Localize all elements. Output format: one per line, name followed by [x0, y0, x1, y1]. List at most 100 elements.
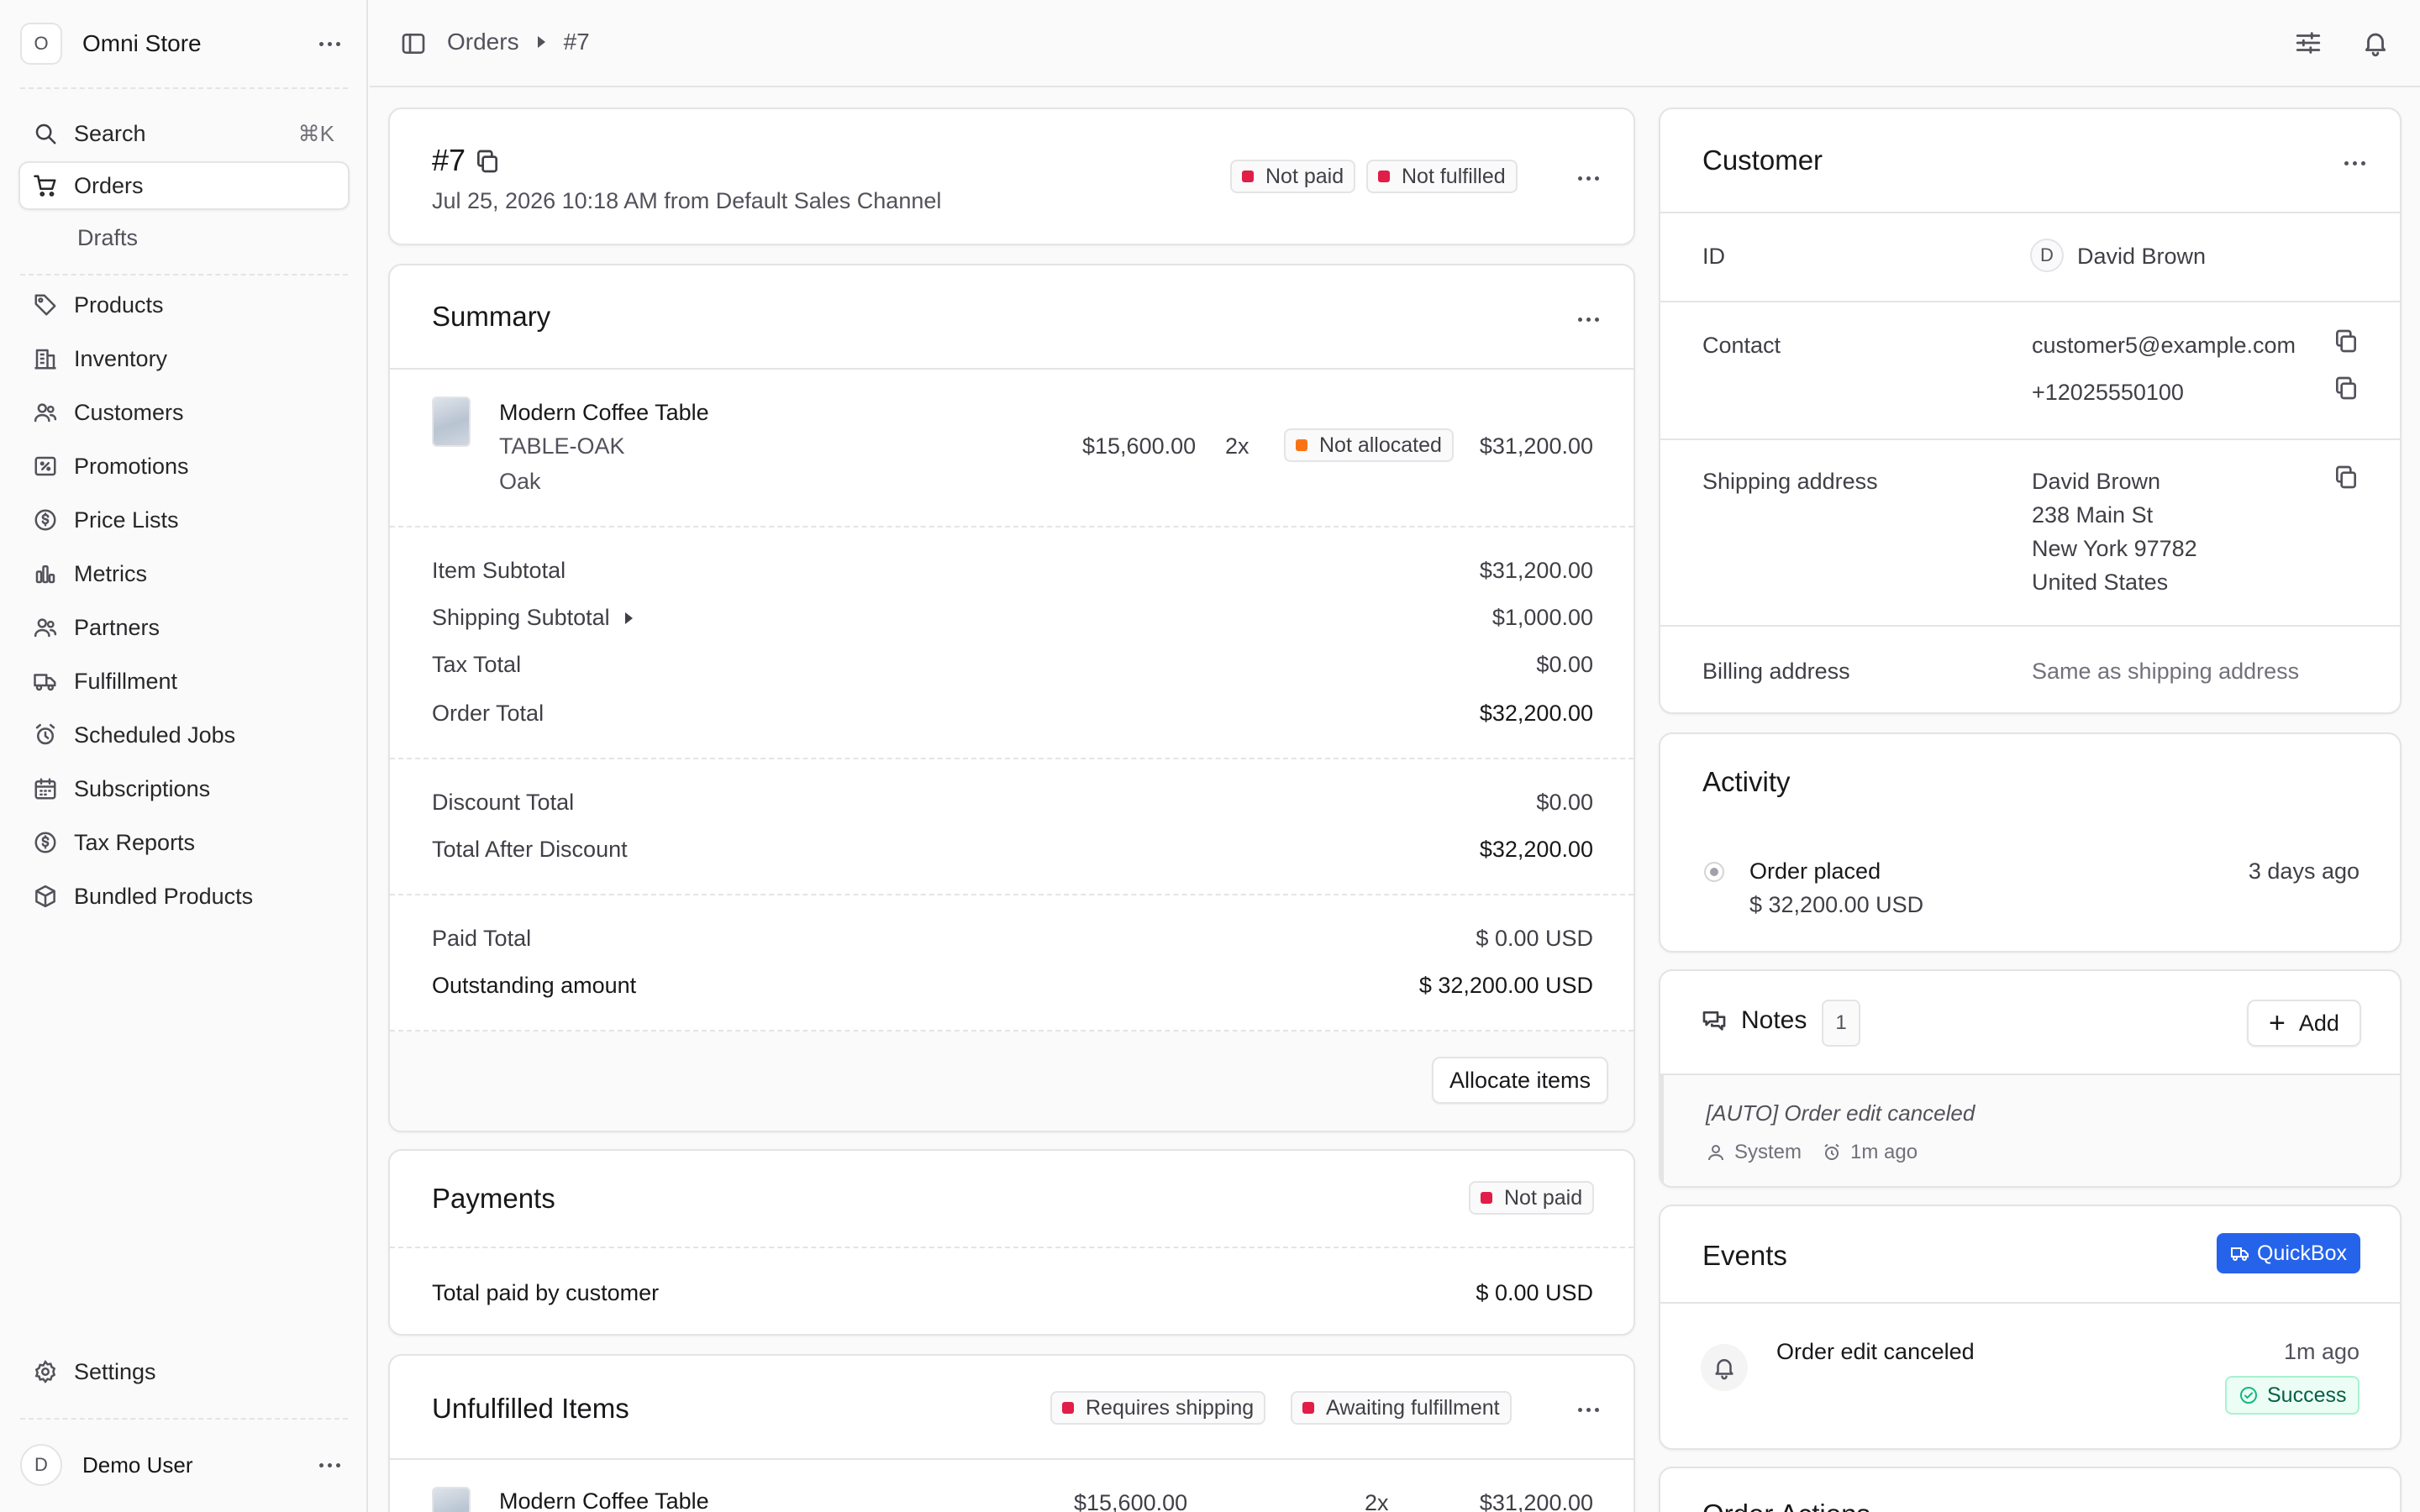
paid-total-label: Paid Total	[432, 926, 532, 951]
bell-icon[interactable]	[2361, 29, 2390, 57]
sidebar-item-partners[interactable]: Partners	[18, 603, 350, 652]
quickbox-badge[interactable]: QuickBox	[2217, 1233, 2360, 1273]
sidebar-item-customers[interactable]: Customers	[18, 388, 350, 437]
search-icon	[32, 120, 59, 147]
alarm-clock-icon	[32, 722, 59, 748]
divider	[390, 1247, 1634, 1248]
note-author: System	[1734, 1141, 1802, 1163]
item-name: Modern Coffee Table	[499, 400, 709, 425]
billing-address-value: Same as shipping address	[2032, 659, 2300, 684]
sidebar: O Omni Store Search ⌘K Orders Drafts Pro…	[0, 0, 368, 1512]
sidebar-item-subscriptions[interactable]: Subscriptions	[18, 764, 350, 813]
alarm-clock-icon	[1824, 1143, 1839, 1160]
sidebar-item-drafts[interactable]: Drafts	[18, 213, 350, 262]
copy-icon[interactable]	[2333, 328, 2360, 354]
sidebar-item-settings[interactable]: Settings	[18, 1347, 350, 1396]
address-line: 238 Main St	[2032, 502, 2154, 528]
customer-title: Customer	[1702, 144, 1823, 176]
sidebar-item-label: Subscriptions	[74, 775, 211, 801]
note-time: 1m ago	[1850, 1141, 1918, 1163]
store-switcher[interactable]: O Omni Store	[20, 20, 348, 67]
cube-icon	[32, 883, 59, 910]
status-dot	[1296, 439, 1307, 451]
item-sku: TABLE-OAK	[499, 433, 625, 459]
note-text: [AUTO] Order edit canceled	[1706, 1100, 1975, 1126]
order-menu-icon[interactable]	[1570, 160, 1607, 197]
divider	[390, 368, 1634, 370]
status-dot	[1481, 1192, 1492, 1204]
sidebar-item-label: Drafts	[77, 224, 139, 250]
sidebar-item-tax-reports[interactable]: Tax Reports	[18, 818, 350, 867]
users-icon	[32, 399, 59, 426]
chat-bubbles-icon	[1701, 1008, 1728, 1035]
item-total: $31,200.00	[1479, 433, 1593, 459]
tag-icon	[32, 291, 59, 318]
sidebar-toggle-icon[interactable]	[400, 30, 427, 57]
notes-title: Notes	[1741, 1006, 1807, 1034]
bell-icon	[1701, 1344, 1748, 1391]
copy-icon[interactable]	[2333, 375, 2360, 402]
calendar-icon	[32, 775, 59, 802]
payments-card: Payments Not paid Total paid by customer…	[388, 1149, 1635, 1336]
customer-name-link[interactable]: David Brown	[2077, 244, 2206, 270]
sidebar-search[interactable]: Search ⌘K	[18, 109, 350, 158]
sidebar-item-label: Customers	[74, 399, 184, 425]
item-quantity: 2x	[1225, 433, 1249, 459]
store-menu-icon[interactable]	[311, 25, 348, 62]
user-name: Demo User	[82, 1452, 193, 1478]
contact-label: Contact	[1702, 333, 1781, 358]
sidebar-item-scheduled-jobs[interactable]: Scheduled Jobs	[18, 711, 350, 759]
sidebar-item-label: Promotions	[74, 453, 189, 479]
activity-time: 3 days ago	[2248, 858, 2360, 884]
product-thumbnail	[432, 1487, 471, 1512]
divider	[390, 1458, 1634, 1460]
allocate-items-button[interactable]: Allocate items	[1432, 1057, 1608, 1104]
sidebar-item-orders[interactable]: Orders	[18, 161, 350, 210]
copy-icon[interactable]	[2333, 464, 2360, 491]
customer-menu-icon[interactable]	[2336, 144, 2373, 181]
summary-menu-icon[interactable]	[1570, 301, 1607, 338]
status-text: Not paid	[1265, 164, 1344, 188]
sidebar-item-bundled-products[interactable]: Bundled Products	[18, 872, 350, 921]
billing-address-label: Billing address	[1702, 659, 1850, 684]
sidebar-item-metrics[interactable]: Metrics	[18, 549, 350, 598]
avatar: D	[20, 1444, 62, 1486]
sidebar-item-promotions[interactable]: Promotions	[18, 442, 350, 491]
timeline-dot-icon	[1704, 862, 1724, 882]
sidebar-item-label: Fulfillment	[74, 668, 178, 694]
user-icon	[1708, 1145, 1723, 1161]
status-badge: Not paid	[1469, 1181, 1595, 1215]
total-paid-value: $ 0.00 USD	[1476, 1280, 1593, 1305]
outstanding-value: $ 32,200.00 USD	[1418, 973, 1593, 998]
divider	[1660, 1302, 2400, 1304]
order-total-value: $32,200.00	[1479, 701, 1593, 726]
user-menu-icon[interactable]	[311, 1446, 348, 1483]
copy-icon[interactable]	[474, 148, 499, 173]
sidebar-item-label: Products	[74, 291, 164, 318]
breadcrumb-orders[interactable]: Orders	[447, 29, 519, 55]
summary-card: Summary Modern Coffee Table TABLE-OAK Oa…	[388, 264, 1635, 1132]
caret-right-icon	[624, 612, 633, 624]
address-line: David Brown	[2032, 469, 2161, 494]
address-line: United States	[2032, 570, 2169, 595]
sidebar-item-label: Inventory	[74, 345, 168, 371]
user-menu[interactable]: D Demo User	[20, 1441, 348, 1488]
sidebar-item-products[interactable]: Products	[18, 281, 350, 329]
adjustments-icon[interactable]	[2294, 29, 2323, 57]
sidebar-item-fulfillment[interactable]: Fulfillment	[18, 657, 350, 706]
item-quantity: 2x	[1365, 1490, 1389, 1512]
tax-total-label: Tax Total	[432, 652, 522, 677]
activity-event: Order placed	[1749, 858, 1881, 884]
truck-icon	[32, 668, 59, 695]
sidebar-item-price-lists[interactable]: Price Lists	[18, 496, 350, 544]
sidebar-item-inventory[interactable]: Inventory	[18, 334, 350, 383]
order-id: #7	[432, 143, 466, 177]
sidebar-divider	[20, 87, 348, 89]
shipping-subtotal-toggle[interactable]: Shipping Subtotal	[432, 605, 633, 631]
unfulfilled-menu-icon[interactable]	[1570, 1391, 1607, 1428]
divider	[390, 894, 1634, 895]
add-note-button[interactable]: + Add	[2247, 1000, 2361, 1047]
bar-chart-icon	[32, 560, 59, 587]
dollar-circle-icon	[32, 507, 59, 533]
item-unit-price: $15,600.00	[1074, 1490, 1188, 1512]
